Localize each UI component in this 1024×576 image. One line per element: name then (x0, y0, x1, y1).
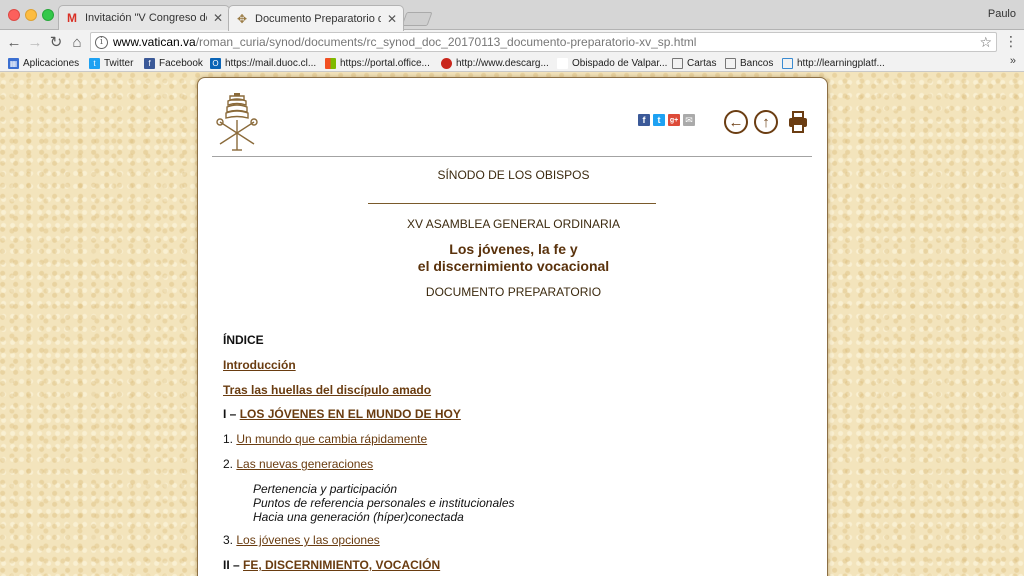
tab-title: Documento Preparatorio de la (255, 12, 381, 25)
link-item-1[interactable]: Un mundo que cambia rápidamente (236, 432, 427, 446)
tab-gmail[interactable]: M Invitación "V Congreso de jóve ✕ (58, 5, 230, 30)
bookmark-label: Aplicaciones (23, 57, 80, 69)
google-plus-share-icon[interactable]: g+ (668, 114, 680, 126)
bookmark-cartas[interactable]: Cartas (672, 55, 716, 71)
close-tab-icon[interactable]: ✕ (213, 11, 223, 25)
address-bar[interactable]: i www.vatican.va/roman_curia/synod/docum… (90, 32, 997, 52)
tomato-icon (441, 57, 452, 69)
page-icon (782, 57, 793, 69)
toc-subitem-3: Hacia una generación (híper)conectada (253, 510, 464, 524)
item-3-number: 3. (223, 533, 237, 547)
document-panel: f t g+ ✉ ← ↑ SÍNODO DE LOS OBISPOS XV AS… (197, 77, 828, 576)
toc-section-2: II – FE, DISCERNIMIENTO, VOCACIÓN (223, 558, 440, 572)
maximize-window-button[interactable] (42, 9, 54, 21)
gmail-icon: M (67, 11, 77, 25)
link-tras-las-huellas[interactable]: Tras las huellas del discípulo amado (223, 383, 431, 397)
url-domain: www.vatican.va (113, 35, 196, 49)
title-line-2: el discernimiento vocacional (417, 258, 610, 274)
folder-icon (672, 57, 683, 69)
toc-subitem-2: Puntos de referencia personales e instit… (253, 496, 515, 510)
social-share: f t g+ ✉ (638, 114, 695, 126)
header-divider (212, 156, 812, 157)
bookmark-label: Facebook (159, 57, 203, 69)
item-1-number: 1. (223, 432, 237, 446)
link-item-3[interactable]: Los jóvenes y las opciones (236, 533, 379, 547)
up-arrow-icon[interactable]: ↑ (754, 110, 778, 134)
info-icon[interactable]: i (95, 35, 108, 49)
bookmark-label: http://learningplatf... (797, 57, 885, 69)
vatican-icon: ✥ (236, 11, 248, 26)
link-section-2[interactable]: FE, DISCERNIMIENTO, VOCACIÓN (243, 558, 440, 572)
bookmark-mail-duoc[interactable]: O https://mail.duoc.cl... (210, 55, 316, 71)
toc-subitem-1: Pertenencia y participación (253, 482, 398, 496)
section-2-prefix: II – (223, 558, 244, 572)
print-icon[interactable] (788, 111, 808, 133)
bookmark-star-icon[interactable]: ☆ (979, 34, 992, 51)
toc-section-1: I – LOS JÓVENES EN EL MUNDO DE HOY (223, 407, 461, 421)
tab-documento[interactable]: ✥ Documento Preparatorio de la ✕ (228, 5, 404, 31)
section-1-prefix: I – (223, 407, 240, 421)
title-divider (368, 203, 656, 204)
toc-item-tras: Tras las huellas del discípulo amado (223, 383, 431, 397)
link-introduccion[interactable]: Introducción (223, 358, 296, 372)
assembly-label: XV ASAMBLEA GENERAL ORDINARIA (407, 217, 620, 231)
twitter-icon: t (89, 57, 100, 69)
bookmark-twitter[interactable]: t Twitter (89, 55, 133, 71)
bookmark-facebook[interactable]: f Facebook (144, 55, 203, 71)
bookmark-obispado[interactable]: Obispado de Valpar... (557, 55, 667, 71)
toc-item-introduccion: Introducción (223, 358, 296, 372)
toc-heading: ÍNDICE (223, 333, 264, 347)
bookmark-bancos[interactable]: Bancos (725, 55, 773, 71)
office-icon (325, 57, 336, 69)
link-item-2[interactable]: Las nuevas generaciones (236, 457, 373, 471)
page-icon (557, 57, 568, 69)
bookmark-label: Obispado de Valpar... (572, 57, 668, 69)
toc-item-3: 3. Los jóvenes y las opciones (223, 533, 380, 547)
synod-label: SÍNODO DE LOS OBISPOS (437, 168, 590, 182)
bookmark-aplicaciones[interactable]: ▦ Aplicaciones (8, 55, 79, 71)
close-window-button[interactable] (8, 9, 20, 21)
bookmark-label: http://www.descarg... (456, 57, 549, 69)
document-title: Los jóvenes, la fe y el discernimiento v… (198, 241, 829, 275)
toc-item-1: 1. Un mundo que cambia rápidamente (223, 432, 427, 446)
bookmark-learningplatf[interactable]: http://learningplatf... (782, 55, 885, 71)
reload-icon[interactable]: ↻ (46, 32, 66, 52)
tab-title: Invitación "V Congreso de jóve (85, 12, 207, 24)
bookmark-label: https://portal.office... (340, 57, 430, 69)
close-tab-icon[interactable]: ✕ (387, 12, 397, 26)
menu-icon[interactable]: ⋮ (1004, 33, 1018, 50)
new-tab-button[interactable] (401, 12, 433, 26)
link-section-1[interactable]: LOS JÓVENES EN EL MUNDO DE HOY (240, 407, 461, 421)
browser-toolbar: ← → ↻ ⌂ i www.vatican.va/roman_curia/syn… (0, 30, 1024, 54)
outlook-icon: O (210, 57, 221, 69)
bookmark-label: Bancos (740, 57, 774, 69)
toc-item-2: 2. Las nuevas generaciones (223, 457, 373, 471)
papal-emblem-icon (216, 93, 258, 151)
minimize-window-button[interactable] (25, 9, 37, 21)
facebook-share-icon[interactable]: f (638, 114, 650, 126)
more-bookmarks-icon[interactable]: » (1010, 55, 1016, 67)
document-type: DOCUMENTO PREPARATORIO (425, 285, 602, 299)
folder-icon (725, 57, 736, 69)
url-path: /roman_curia/synod/documents/rc_synod_do… (195, 35, 697, 49)
bookmark-descarg[interactable]: http://www.descarg... (441, 55, 549, 71)
back-icon[interactable]: ← (4, 32, 24, 52)
bookmark-label: Cartas (687, 57, 717, 69)
home-icon[interactable]: ⌂ (67, 32, 87, 52)
item-2-number: 2. (223, 457, 237, 471)
profile-name[interactable]: Paulo (988, 8, 1016, 20)
bookmark-label: https://mail.duoc.cl... (225, 57, 317, 69)
facebook-icon: f (144, 57, 155, 69)
bookmark-portal-office[interactable]: https://portal.office... (325, 55, 430, 71)
tab-bar: M Invitación "V Congreso de jóve ✕ ✥ Doc… (0, 0, 1024, 31)
twitter-share-icon[interactable]: t (653, 114, 665, 126)
back-arrow-icon[interactable]: ← (724, 110, 748, 134)
bookmarks-bar: ▦ Aplicaciones t Twitter f Facebook O ht… (0, 54, 1024, 72)
apps-grid-icon: ▦ (8, 57, 19, 69)
title-line-1: Los jóvenes, la fe y (449, 241, 578, 257)
forward-icon[interactable]: → (25, 32, 45, 52)
email-share-icon[interactable]: ✉ (683, 114, 695, 126)
bookmark-label: Twitter (104, 57, 134, 69)
